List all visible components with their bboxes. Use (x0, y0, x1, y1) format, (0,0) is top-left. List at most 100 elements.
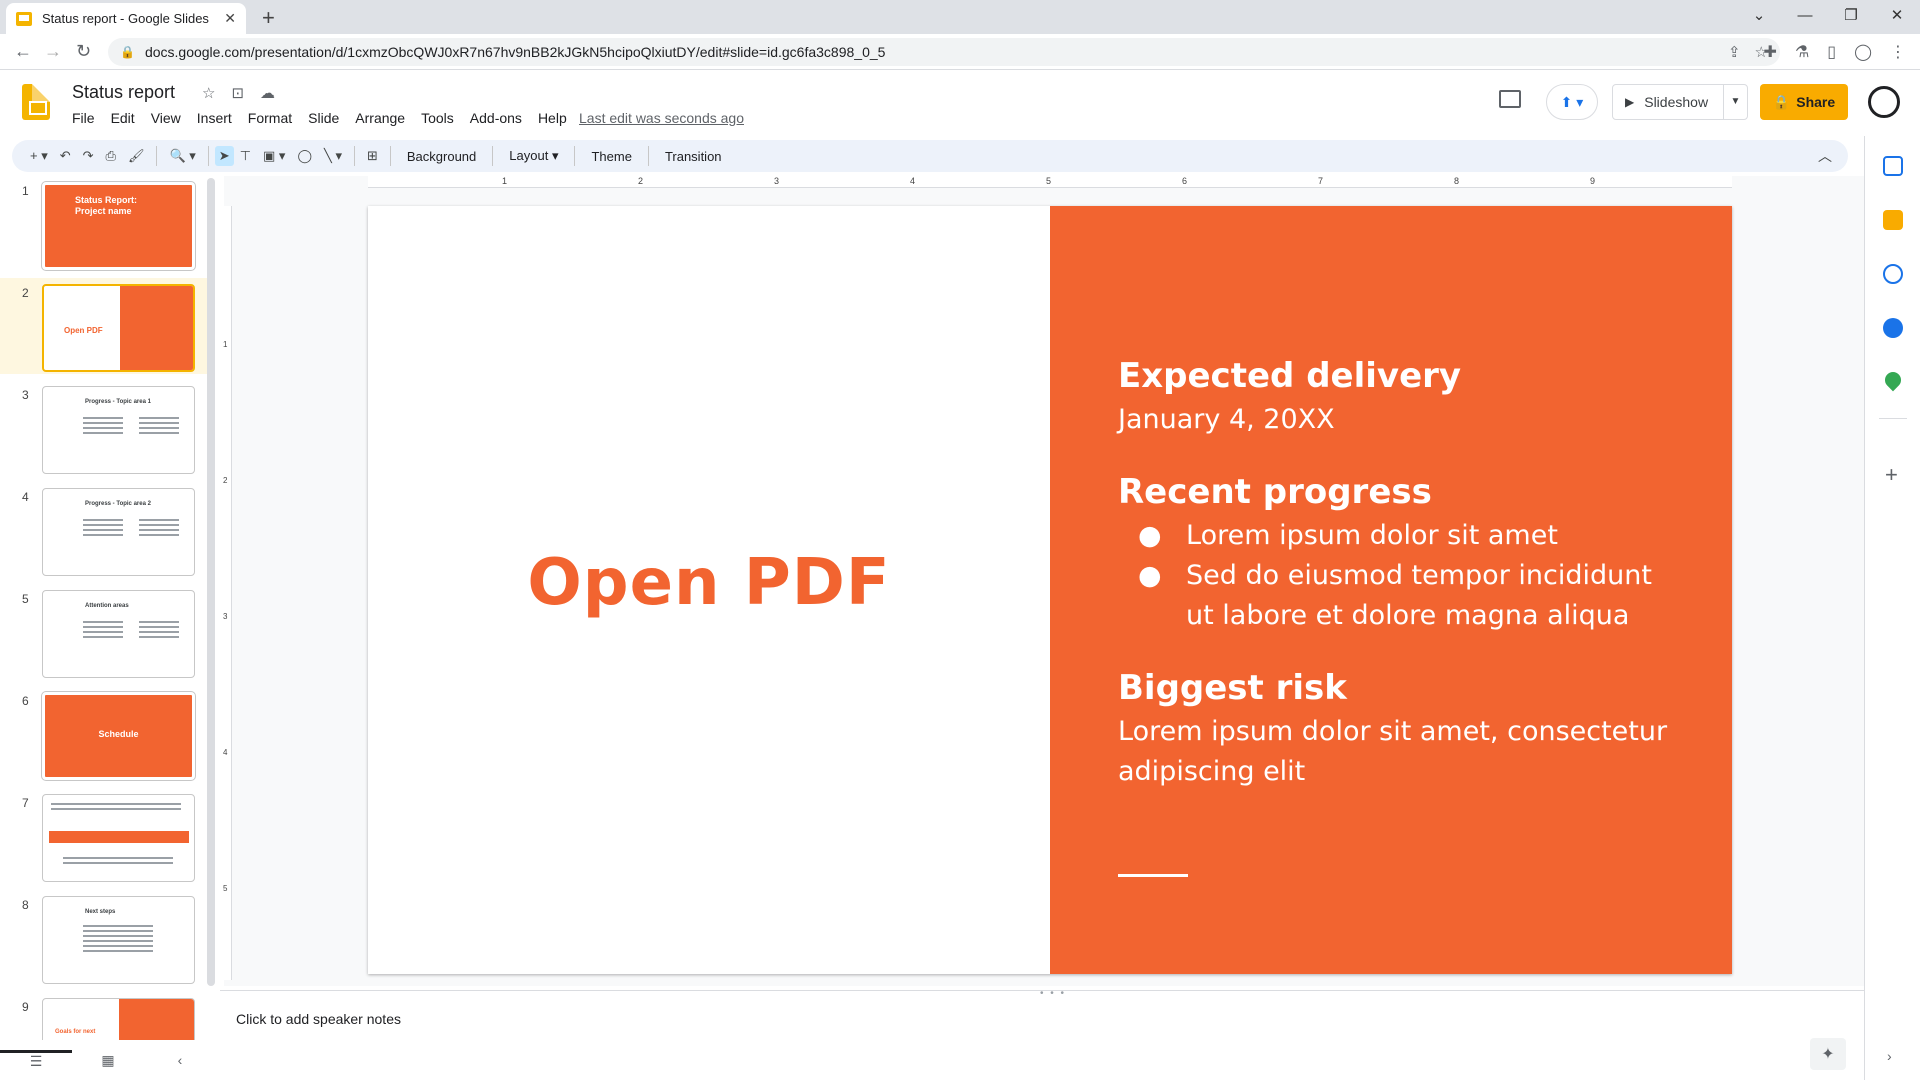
move-folder-icon[interactable]: ⊡ (231, 84, 244, 102)
print-icon[interactable]: ⎙ (100, 148, 122, 164)
menu-file[interactable]: File (64, 110, 103, 126)
shape-icon[interactable]: ◯ (291, 148, 318, 164)
menu-addons[interactable]: Add-ons (462, 110, 530, 126)
tab-search-icon[interactable]: ⌄ (1736, 0, 1782, 34)
slide-thumbnail[interactable] (42, 794, 195, 882)
filmstrip-item[interactable]: 3 Progress - Topic area 1 (0, 380, 210, 476)
expected-delivery-heading: Expected delivery (1118, 356, 1462, 396)
new-tab-icon[interactable]: + (262, 5, 275, 31)
filmstrip-item[interactable]: 7 (0, 788, 210, 884)
speaker-notes[interactable]: • • • Click to add speaker notes (220, 988, 1864, 1080)
add-comment-icon[interactable]: ⊞ (361, 148, 384, 164)
bullet-icon: ● (1138, 520, 1162, 551)
cloud-status-icon[interactable]: ☁ (260, 84, 275, 102)
current-slide[interactable]: Open PDF Expected delivery January 4, 20… (368, 206, 1732, 974)
tab-close-icon[interactable]: ✕ (224, 10, 236, 27)
filmstrip-view-icon[interactable]: ☰ (0, 1050, 72, 1070)
undo-icon[interactable]: ↶ (54, 148, 77, 164)
thumb-text-lines (51, 803, 181, 813)
calendar-icon[interactable] (1883, 156, 1903, 176)
explore-icon[interactable]: ✦ (1810, 1038, 1846, 1070)
slide-thumbnail[interactable]: Schedule (41, 691, 196, 781)
profile-icon[interactable]: ◯ (1854, 42, 1872, 62)
browser-menu-icon[interactable]: ⋮ (1890, 42, 1906, 62)
url-text[interactable]: docs.google.com/presentation/d/1cxmzObcQ… (145, 44, 1714, 60)
menu-view[interactable]: View (143, 110, 189, 126)
maps-icon[interactable] (1881, 368, 1905, 392)
slide-thumbnail[interactable]: Progress - Topic area 1 (42, 386, 195, 474)
slideshow-button[interactable]: ▶ Slideshow ▼ (1612, 84, 1748, 120)
filmstrip-item[interactable]: 9 Goals for next (0, 992, 210, 1040)
menu-tools[interactable]: Tools (413, 110, 462, 126)
slide-thumbnail[interactable]: Goals for next (42, 998, 195, 1040)
tasks-icon[interactable] (1883, 264, 1903, 284)
menu-edit[interactable]: Edit (103, 110, 143, 126)
get-addons-icon[interactable]: + (1885, 462, 1898, 488)
filmstrip-item[interactable]: 2 Open PDF (0, 278, 210, 374)
slide-left-title[interactable]: Open PDF (368, 546, 1050, 620)
background-button[interactable]: Background (397, 149, 486, 164)
line-icon[interactable]: ╲ ▾ (318, 148, 348, 164)
thumb-text-lines (139, 621, 179, 641)
account-avatar[interactable] (1868, 86, 1900, 118)
speaker-notes-placeholder[interactable]: Click to add speaker notes (236, 1011, 401, 1027)
puzzle-extension-icon[interactable]: ✚ (1764, 42, 1777, 62)
forward-icon[interactable]: → (44, 41, 62, 62)
menu-help[interactable]: Help (530, 110, 575, 126)
grid-view-icon[interactable]: ▦ (72, 1052, 144, 1069)
lock-icon[interactable]: 🔒 (120, 45, 135, 59)
redo-icon[interactable]: ↷ (77, 148, 100, 164)
filmstrip-item[interactable]: 6 Schedule (0, 686, 210, 782)
menu-insert[interactable]: Insert (189, 110, 240, 126)
minimize-icon[interactable]: — (1782, 0, 1828, 34)
filmstrip-item[interactable]: 5 Attention areas (0, 584, 210, 680)
menu-format[interactable]: Format (240, 110, 300, 126)
slide-thumbnail[interactable]: Open PDF (42, 284, 195, 372)
slides-logo-icon[interactable] (22, 84, 50, 120)
hide-side-panel-icon[interactable]: › (1887, 1048, 1892, 1064)
close-window-icon[interactable]: ✕ (1874, 0, 1920, 34)
collapse-toolbar-icon[interactable]: ︿ (1818, 146, 1832, 166)
last-edit-link[interactable]: Last edit was seconds ago (579, 110, 744, 126)
slide-thumbnail[interactable]: Next steps (42, 896, 195, 984)
share-page-icon[interactable]: ⇪ (1728, 43, 1741, 61)
comment-history-icon[interactable] (1499, 90, 1521, 108)
filmstrip-item[interactable]: 1 Status Report: Project name (0, 176, 210, 272)
reload-icon[interactable]: ↻ (76, 41, 91, 62)
menu-slide[interactable]: Slide (300, 110, 347, 126)
zoom-icon[interactable]: 🔍 ▾ (163, 148, 201, 164)
omnibox[interactable]: 🔒 docs.google.com/presentation/d/1cxmzOb… (108, 38, 1780, 66)
slide-right-panel[interactable]: Expected delivery January 4, 20XX Recent… (1050, 206, 1732, 974)
slide-thumbnail[interactable]: Progress - Topic area 2 (42, 488, 195, 576)
document-title[interactable]: Status report (72, 82, 175, 103)
share-button[interactable]: 🔒 Share (1760, 84, 1848, 120)
contacts-icon[interactable] (1883, 318, 1903, 338)
new-slide-icon[interactable]: + ▾ (24, 148, 54, 164)
star-icon[interactable]: ☆ (202, 84, 215, 102)
restore-icon[interactable]: ❐ (1828, 0, 1874, 34)
flask-extension-icon[interactable]: ⚗ (1795, 42, 1809, 62)
select-cursor-icon[interactable]: ➤ (214, 146, 234, 166)
present-to-meeting-button[interactable]: ⬆ ▾ (1546, 84, 1598, 120)
filmstrip-item[interactable]: 8 Next steps (0, 890, 210, 986)
paint-format-icon[interactable]: 🖌 (122, 148, 151, 164)
browser-tab[interactable]: Status report - Google Slides ✕ (6, 3, 246, 34)
filmstrip-item[interactable]: 4 Progress - Topic area 2 (0, 482, 210, 578)
text-box-icon[interactable]: ⊤ (234, 148, 257, 164)
layout-button[interactable]: Layout ▾ (499, 148, 568, 164)
slide-thumbnail[interactable]: Attention areas (42, 590, 195, 678)
slide-thumbnail[interactable]: Status Report: Project name (41, 181, 196, 271)
menu-arrange[interactable]: Arrange (347, 110, 413, 126)
play-icon: ▶ (1625, 95, 1635, 109)
side-panel-divider (1879, 418, 1907, 419)
keep-icon[interactable] (1883, 210, 1903, 230)
filmstrip-scrollbar[interactable] (207, 178, 215, 986)
collapse-filmstrip-icon[interactable]: ‹ (144, 1052, 216, 1068)
transition-button[interactable]: Transition (655, 149, 732, 164)
side-panel-icon[interactable]: ▯ (1827, 42, 1836, 62)
theme-button[interactable]: Theme (581, 149, 641, 164)
notes-resize-handle[interactable]: • • • (1040, 988, 1066, 999)
back-icon[interactable]: ← (14, 41, 32, 62)
slideshow-dropdown-icon[interactable]: ▼ (1723, 85, 1747, 119)
image-icon[interactable]: ▣ ▾ (257, 148, 291, 164)
